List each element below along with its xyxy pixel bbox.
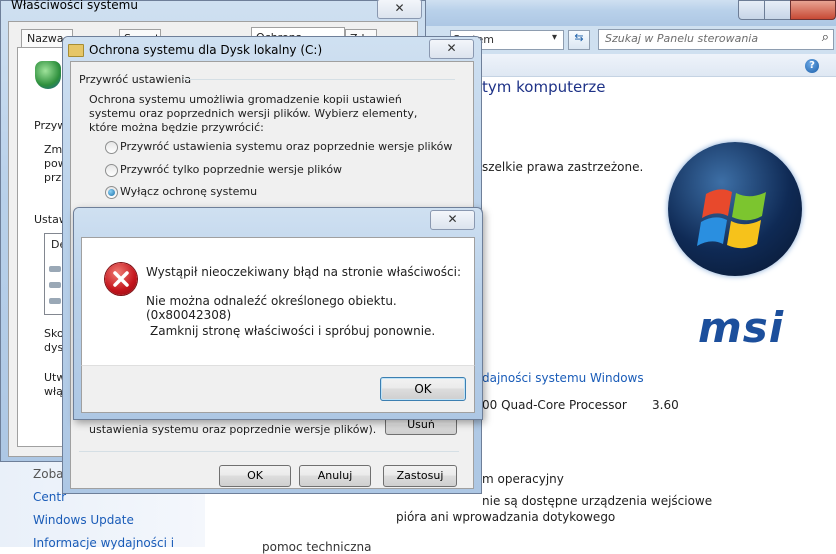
system-properties-close-button[interactable]: ✕	[377, 0, 422, 19]
error-dialog: ✕ Wystąpił nieoczekiwany błąd na stronie…	[73, 207, 483, 420]
cancel-button[interactable]: Anuluj	[299, 465, 371, 487]
option-restore-settings-and-files[interactable]: Przywróć ustawienia systemu oraz poprzed…	[120, 140, 452, 153]
ok-button[interactable]: OK	[219, 465, 291, 487]
drive-icon	[49, 298, 61, 304]
protection-dialog-close-button[interactable]: ✕	[429, 39, 474, 59]
radio-restore-settings-and-files[interactable]	[105, 141, 118, 154]
processor-speed: 3.60	[652, 398, 679, 412]
sidebar-item-windows-update[interactable]: Windows Update	[33, 513, 134, 527]
bottom-divider	[79, 451, 459, 452]
folder-icon	[68, 44, 84, 57]
delete-description: ustawienia systemu oraz poprzednie wersj…	[89, 423, 377, 436]
copyright-text: szelkie prawa zastrzeżone.	[482, 160, 644, 174]
page-heading: tym komputerze	[482, 78, 606, 96]
radio-restore-files-only[interactable]	[105, 164, 118, 177]
support-text: pomoc techniczna	[262, 540, 372, 554]
protection-dialog-title: Ochrona systemu dla Dysk lokalny (C:)	[89, 43, 323, 57]
refresh-icon: ⇆	[574, 31, 584, 44]
minimize-button[interactable]	[738, 0, 765, 20]
error-dialog-close-button[interactable]: ✕	[430, 210, 475, 230]
left-text-enabled: włą	[44, 385, 63, 398]
system-properties-title: Właściwości systemu	[11, 0, 138, 12]
search-icon[interactable]: ⌕	[822, 30, 829, 45]
msi-logo: msi	[698, 303, 785, 352]
left-text-configure: Sko	[44, 327, 64, 340]
shield-icon	[35, 61, 61, 89]
windows-flag-icon	[697, 189, 766, 249]
option-restore-files-only[interactable]: Przywróć tylko poprzednie wersje plików	[120, 163, 342, 176]
pen-touch-line2: pióra ani wprowadzania dotykowego	[396, 510, 616, 524]
restore-settings-label: Przywróć ustawienia	[79, 73, 192, 86]
drive-icon	[49, 282, 61, 288]
group-divider	[183, 79, 455, 80]
x-mark-icon	[113, 271, 129, 287]
chevron-down-icon[interactable]: ▾	[552, 32, 557, 43]
system-type-value: m operacyjny	[482, 472, 564, 486]
search-placeholder: Szukaj w Panelu sterowania	[605, 32, 759, 45]
maximize-button[interactable]	[764, 0, 791, 20]
error-message-line1: Wystąpił nieoczekiwany błąd na stronie w…	[146, 265, 461, 279]
pen-touch-line1: nie są dostępne urządzenia wejściowe	[482, 494, 713, 508]
help-icon[interactable]: ?	[805, 59, 819, 73]
protection-description: Ochrona systemu umożliwia gromadzenie ko…	[89, 93, 418, 134]
option-disable-protection[interactable]: Wyłącz ochronę systemu	[120, 185, 257, 198]
search-input[interactable]: Szukaj w Panelu sterowania ⌕	[598, 29, 834, 50]
drive-icon	[49, 266, 61, 272]
windows-logo	[668, 142, 802, 276]
sidebar-item-performance[interactable]: Informacje wydajności i	[33, 536, 174, 550]
window-controls	[738, 0, 836, 20]
error-icon	[105, 263, 137, 295]
close-icon: ✕	[394, 1, 405, 15]
close-icon: ✕	[447, 212, 458, 226]
error-message-line2: Nie można odnaleźć określonego obiektu. …	[146, 294, 397, 322]
refresh-button[interactable]: ⇆	[568, 30, 590, 50]
error-message-line3: Zamknij stronę właściwości i spróbuj pon…	[150, 324, 436, 338]
close-window-button[interactable]	[790, 0, 836, 20]
sidebar-item-see-also: Zoba	[33, 467, 64, 481]
performance-link[interactable]: dajności systemu Windows	[482, 371, 644, 385]
radio-disable-protection[interactable]	[105, 186, 118, 199]
close-icon: ✕	[446, 41, 457, 55]
apply-button[interactable]: Zastosuj	[383, 465, 457, 487]
error-ok-button[interactable]: OK	[380, 377, 466, 401]
processor-value: 00 Quad-Core Processor	[482, 398, 627, 412]
